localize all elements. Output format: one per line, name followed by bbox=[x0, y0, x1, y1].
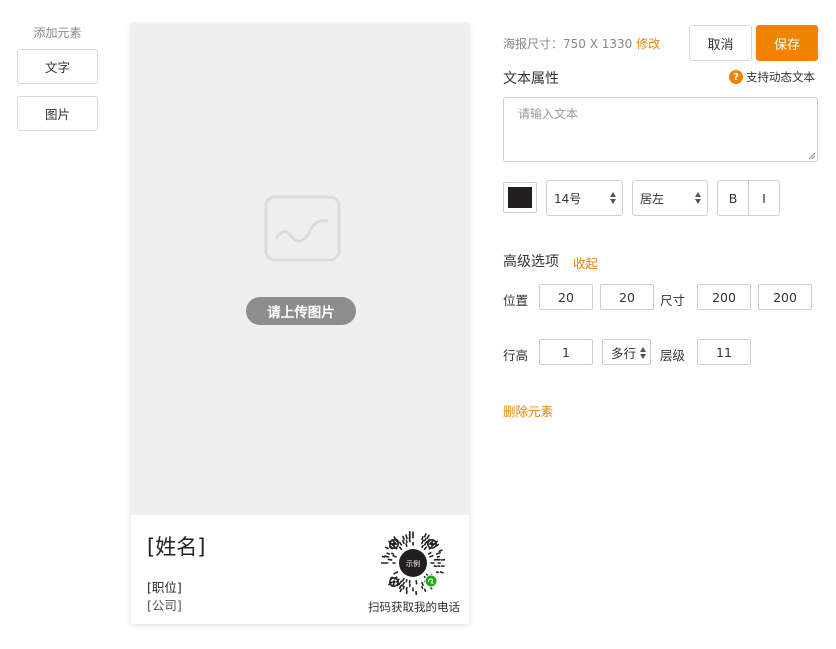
card-position[interactable]: [职位] bbox=[147, 577, 182, 596]
delete-element-link[interactable]: 删除元素 bbox=[503, 401, 553, 420]
position-label: 位置 bbox=[503, 293, 529, 308]
line-height-label: 行高 bbox=[503, 348, 529, 363]
font-size-value: 14号 bbox=[554, 191, 582, 206]
line-mode-select[interactable]: 多行 bbox=[602, 339, 651, 365]
add-text-button[interactable]: 文字 bbox=[17, 49, 98, 84]
qr-caption[interactable]: 扫码获取我的电话 bbox=[366, 599, 462, 615]
poster-size-label: 海报尺寸：750 X 1330 修改 bbox=[503, 35, 660, 52]
text-color-fill bbox=[508, 187, 532, 208]
height-input[interactable]: 200 bbox=[758, 284, 812, 310]
poster-canvas: 请上传图片 [姓名] [职位] [公司] 示例 扫码获取我的电话 bbox=[131, 23, 469, 624]
size-label: 尺寸 bbox=[660, 293, 686, 308]
poster-size-text: 海报尺寸：750 X 1330 bbox=[503, 37, 633, 51]
add-image-button[interactable]: 图片 bbox=[17, 96, 98, 131]
poster-image-area[interactable]: 请上传图片 bbox=[131, 23, 469, 515]
select-arrows-icon bbox=[610, 192, 616, 204]
advanced-options-title: 高级选项 bbox=[503, 254, 559, 270]
edit-size-link[interactable]: 修改 bbox=[636, 37, 660, 51]
text-align-value: 居左 bbox=[640, 191, 665, 206]
line-height-input[interactable]: 1 bbox=[539, 339, 593, 365]
card-name[interactable]: [姓名] bbox=[147, 531, 205, 561]
line-mode-value: 多行 bbox=[611, 345, 637, 361]
layer-input[interactable]: 11 bbox=[697, 339, 751, 365]
layer-label: 层级 bbox=[660, 348, 686, 363]
qr-code-icon[interactable]: 示例 bbox=[381, 531, 445, 595]
dynamic-text-help[interactable]: ? 支持动态文本 bbox=[729, 69, 815, 85]
text-content-input[interactable]: 请输入文本 bbox=[503, 97, 818, 162]
select-arrows-icon bbox=[640, 347, 646, 359]
dynamic-text-label: 支持动态文本 bbox=[746, 70, 815, 84]
upload-image-button[interactable]: 请上传图片 bbox=[246, 297, 356, 325]
font-size-select[interactable]: 14号 bbox=[546, 180, 623, 216]
italic-button[interactable]: I bbox=[749, 181, 779, 215]
bold-button[interactable]: B bbox=[718, 181, 749, 215]
text-content-placeholder: 请输入文本 bbox=[518, 107, 579, 121]
save-button[interactable]: 保存 bbox=[756, 25, 818, 61]
width-input[interactable]: 200 bbox=[697, 284, 751, 310]
resize-handle-icon[interactable] bbox=[808, 152, 816, 160]
qr-center-label: 示例 bbox=[406, 559, 420, 568]
text-properties-title: 文本属性 bbox=[503, 71, 559, 87]
select-arrows-icon bbox=[695, 192, 701, 204]
text-align-select[interactable]: 居左 bbox=[632, 180, 708, 216]
font-style-group: B I bbox=[717, 180, 780, 216]
collapse-link[interactable]: 收起 bbox=[573, 253, 598, 272]
text-color-picker[interactable] bbox=[503, 182, 537, 213]
cancel-button[interactable]: 取消 bbox=[689, 25, 752, 61]
help-icon: ? bbox=[729, 70, 743, 84]
card-company[interactable]: [公司] bbox=[147, 595, 182, 614]
image-placeholder-icon bbox=[264, 195, 341, 262]
add-element-title: 添加元素 bbox=[33, 26, 82, 40]
position-x-input[interactable]: 20 bbox=[539, 284, 593, 310]
position-y-input[interactable]: 20 bbox=[600, 284, 654, 310]
